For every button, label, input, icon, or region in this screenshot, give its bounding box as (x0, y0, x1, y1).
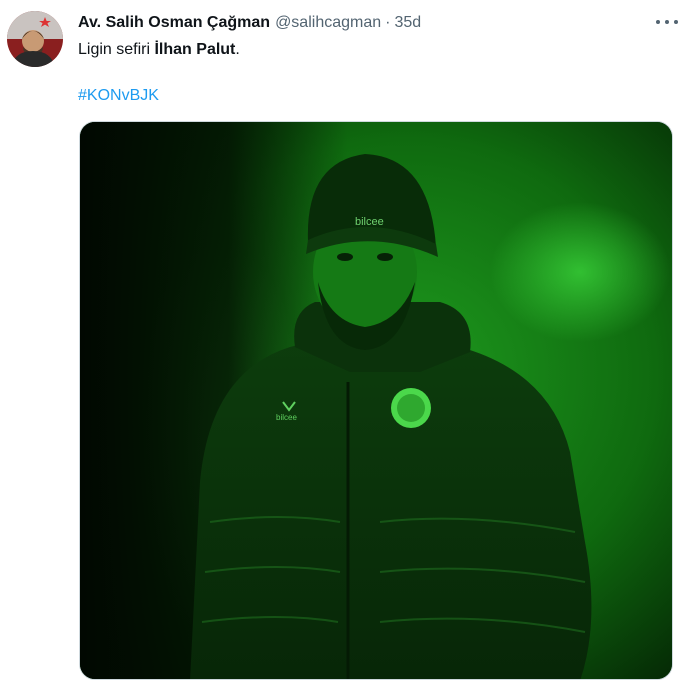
timestamp[interactable]: 35d (394, 14, 421, 32)
dot (674, 20, 678, 24)
tweet-media-photo[interactable]: bilcee bilcee (79, 121, 673, 680)
dot (656, 20, 660, 24)
jacket-brand-text: bilcee (276, 413, 297, 422)
separator-dot: · (385, 14, 391, 31)
user-avatar-icon (7, 11, 63, 67)
display-name[interactable]: Av. Salih Osman Çağman (78, 14, 270, 32)
hat-brand-text: bilcee (355, 216, 384, 228)
tweet[interactable]: Av. Salih Osman Çağman @salihcagman · 35… (0, 0, 700, 690)
tweet-text-bold: İlhan Palut (154, 41, 236, 58)
more-options-icon[interactable] (656, 13, 678, 31)
photo-image: bilcee bilcee (80, 122, 672, 679)
tweet-text-prefix: Ligin sefiri (78, 41, 155, 58)
hashtag-link[interactable]: #KONvBJK (78, 86, 159, 106)
dot (665, 20, 669, 24)
tweet-text-suffix: . (235, 41, 240, 58)
user-handle[interactable]: @salihcagman (275, 14, 381, 32)
tweet-text: Ligin sefiri İlhan Palut. (78, 40, 240, 60)
avatar[interactable] (7, 11, 63, 67)
tweet-header: Av. Salih Osman Çağman @salihcagman · 35… (78, 12, 421, 34)
